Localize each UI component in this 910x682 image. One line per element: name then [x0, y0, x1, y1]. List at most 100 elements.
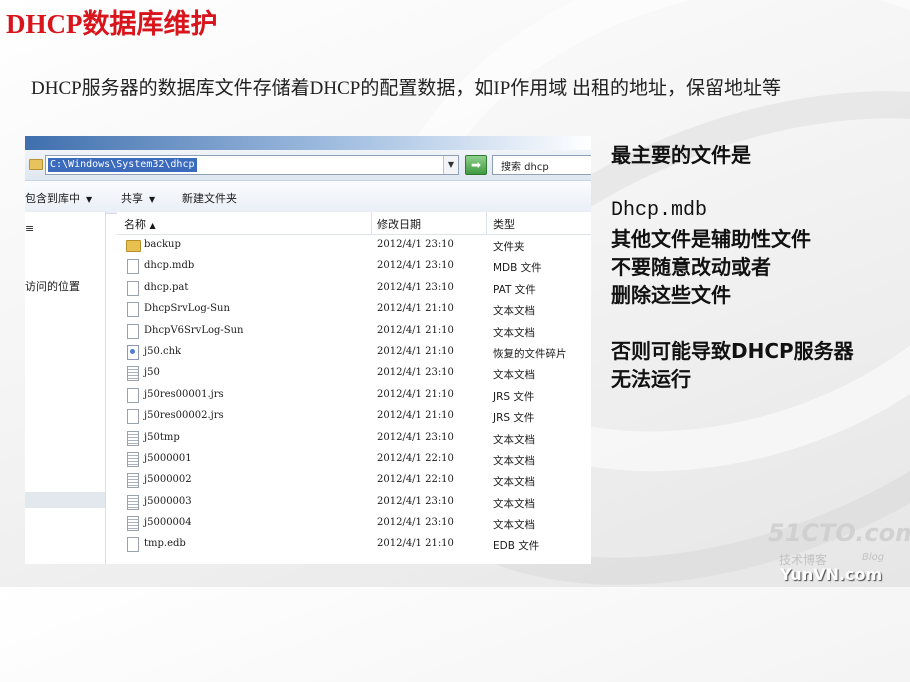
column-name[interactable]: 名称 ▲	[124, 216, 156, 232]
file-type: 文本文档	[493, 476, 535, 489]
file-modified: 2012/4/1 21:10	[377, 345, 454, 357]
file-name: j5000001	[144, 452, 192, 464]
side-note-line	[611, 309, 901, 337]
nav-expander[interactable]: ≡	[25, 222, 34, 235]
chevron-down-icon: ▼	[149, 195, 156, 204]
side-note-line: Dhcp.mdb	[611, 199, 708, 222]
file-type: 恢复的文件碎片	[493, 347, 567, 360]
text-file-icon	[127, 451, 139, 467]
sort-ascending-icon: ▲	[149, 221, 156, 230]
new-folder-button[interactable]: 新建文件夹	[182, 190, 237, 206]
file-row[interactable]: j5000003 2012/4/1 23:10 文本文档	[117, 492, 591, 513]
column-divider[interactable]	[486, 212, 487, 234]
intro-text: DHCP服务器的数据库文件存储着DHCP的配置数据，如IP作用域 出租的地址，保…	[31, 78, 782, 99]
side-note-line: 删除这些文件	[611, 283, 731, 307]
side-note-line: 不要随意改动或者	[611, 255, 771, 279]
file-modified: 2012/4/1 23:10	[377, 367, 454, 379]
file-type: 文件夹	[493, 241, 525, 253]
search-placeholder: 搜索 dhcp	[501, 162, 549, 173]
command-toolbar: 包含到库中 ▼ 共享 ▼ 新建文件夹	[25, 181, 591, 214]
file-row[interactable]: j50 2012/4/1 23:10 文本文档	[117, 363, 591, 384]
file-modified: 2012/4/1 23:10	[377, 495, 454, 507]
file-icon	[127, 302, 139, 318]
file-row[interactable]: j50tmp 2012/4/1 23:10 文本文档	[117, 428, 591, 449]
chevron-down-icon[interactable]: ▼	[443, 156, 458, 174]
slide-title: DHCP数据库维护	[6, 9, 218, 39]
share-button[interactable]: 共享 ▼	[121, 190, 155, 206]
window-titlebar	[25, 136, 591, 150]
file-row[interactable]: j5000004 2012/4/1 23:10 文本文档	[117, 513, 591, 534]
file-name: backup	[144, 239, 181, 250]
file-row[interactable]: tmp.edb 2012/4/1 21:10 EDB 文件	[117, 534, 591, 555]
file-row[interactable]: dhcp.mdb 2012/4/1 23:10 MDB 文件	[117, 256, 591, 277]
file-name: j50res00001.jrs	[144, 388, 224, 400]
file-row[interactable]: j5000002 2012/4/1 22:10 文本文档	[117, 470, 591, 491]
file-row[interactable]: dhcp.pat 2012/4/1 23:10 PAT 文件	[117, 278, 591, 299]
nav-divider	[25, 492, 105, 508]
file-modified: 2012/4/1 23:10	[377, 260, 454, 272]
file-row[interactable]: j50res00001.jrs 2012/4/1 21:10 JRS 文件	[117, 385, 591, 406]
explorer-window: C:\Windows\System32\dhcp ▼ ➡ 搜索 dhcp 包含到…	[25, 136, 591, 564]
file-type: 文本文档	[493, 519, 535, 532]
nav-item-recent-places[interactable]: 访问的位置	[25, 278, 80, 294]
file-icon	[127, 409, 139, 425]
file-name: dhcp.mdb	[144, 260, 195, 272]
file-type: EDB 文件	[493, 540, 540, 553]
file-type: 文本文档	[493, 433, 535, 446]
file-modified: 2012/4/1 23:10	[377, 239, 454, 250]
file-name: j50.chk	[144, 345, 182, 357]
file-modified: 2012/4/1 22:10	[377, 474, 454, 486]
file-modified: 2012/4/1 23:10	[377, 517, 454, 529]
column-type[interactable]: 类型	[493, 216, 515, 232]
search-input[interactable]: 搜索 dhcp	[492, 155, 591, 175]
file-row[interactable]: j5000001 2012/4/1 22:10 文本文档	[117, 449, 591, 470]
file-type: 文本文档	[493, 454, 535, 467]
file-modified: 2012/4/1 21:10	[377, 538, 454, 550]
file-row[interactable]: j50res00002.jrs 2012/4/1 21:10 JRS 文件	[117, 406, 591, 427]
watermark-blog-en: Blog	[862, 552, 885, 563]
file-row[interactable]: j50.chk 2012/4/1 21:10 恢复的文件碎片	[117, 342, 591, 363]
text-file-icon	[127, 494, 139, 510]
column-divider[interactable]	[371, 212, 372, 234]
file-modified: 2012/4/1 23:10	[377, 431, 454, 443]
file-type: PAT 文件	[493, 283, 536, 296]
side-note-line	[611, 169, 901, 197]
file-name: j50tmp	[144, 431, 180, 443]
refresh-button[interactable]: ➡	[465, 155, 487, 175]
folder-icon	[126, 240, 141, 252]
file-name: DhcpSrvLog-Sun	[144, 303, 230, 315]
include-in-library-button[interactable]: 包含到库中 ▼	[25, 190, 92, 206]
text-file-icon	[127, 366, 139, 382]
file-name: j50	[144, 367, 160, 379]
address-path[interactable]: C:\Windows\System32\dhcp	[48, 158, 197, 172]
file-modified: 2012/4/1 21:10	[377, 388, 454, 400]
file-icon	[127, 259, 139, 275]
file-list: backup 2012/4/1 23:10 文件夹 dhcp.mdb 2012/4/1 …	[117, 235, 591, 556]
file-name: dhcp.pat	[144, 281, 189, 293]
text-file-icon	[127, 473, 139, 489]
file-row[interactable]: DhcpV6SrvLog-Sun 2012/4/1 21:10 文本文档	[117, 321, 591, 342]
file-type: 文本文档	[493, 369, 535, 382]
watermark-yunvn: YunVN.com	[780, 565, 883, 584]
navigation-pane[interactable]: ≡ 访问的位置	[25, 212, 106, 564]
file-row[interactable]: DhcpSrvLog-Sun 2012/4/1 21:10 文本文档	[117, 299, 591, 320]
address-bar[interactable]: C:\Windows\System32\dhcp ▼	[45, 155, 459, 175]
side-note-line: 否则可能导致DHCP服务器	[611, 339, 854, 363]
column-header: 名称 ▲ 修改日期 类型	[117, 212, 591, 235]
column-name-label: 名称	[124, 218, 146, 231]
file-row[interactable]: backup 2012/4/1 23:10 文件夹	[117, 235, 591, 256]
file-name: j50res00002.jrs	[144, 410, 224, 422]
file-type: MDB 文件	[493, 262, 542, 275]
include-in-library-label: 包含到库中	[25, 192, 80, 205]
address-row: C:\Windows\System32\dhcp ▼ ➡ 搜索 dhcp	[25, 150, 591, 181]
file-type: 文本文档	[493, 326, 535, 339]
column-modified[interactable]: 修改日期	[377, 216, 421, 232]
folder-icon	[29, 159, 43, 170]
file-type: 文本文档	[493, 497, 535, 510]
file-modified: 2012/4/1 22:10	[377, 452, 454, 464]
file-modified: 2012/4/1 21:10	[377, 303, 454, 315]
file-icon	[127, 537, 139, 553]
file-type: JRS 文件	[493, 412, 535, 425]
file-name: tmp.edb	[144, 538, 186, 550]
text-file-icon	[127, 516, 139, 532]
